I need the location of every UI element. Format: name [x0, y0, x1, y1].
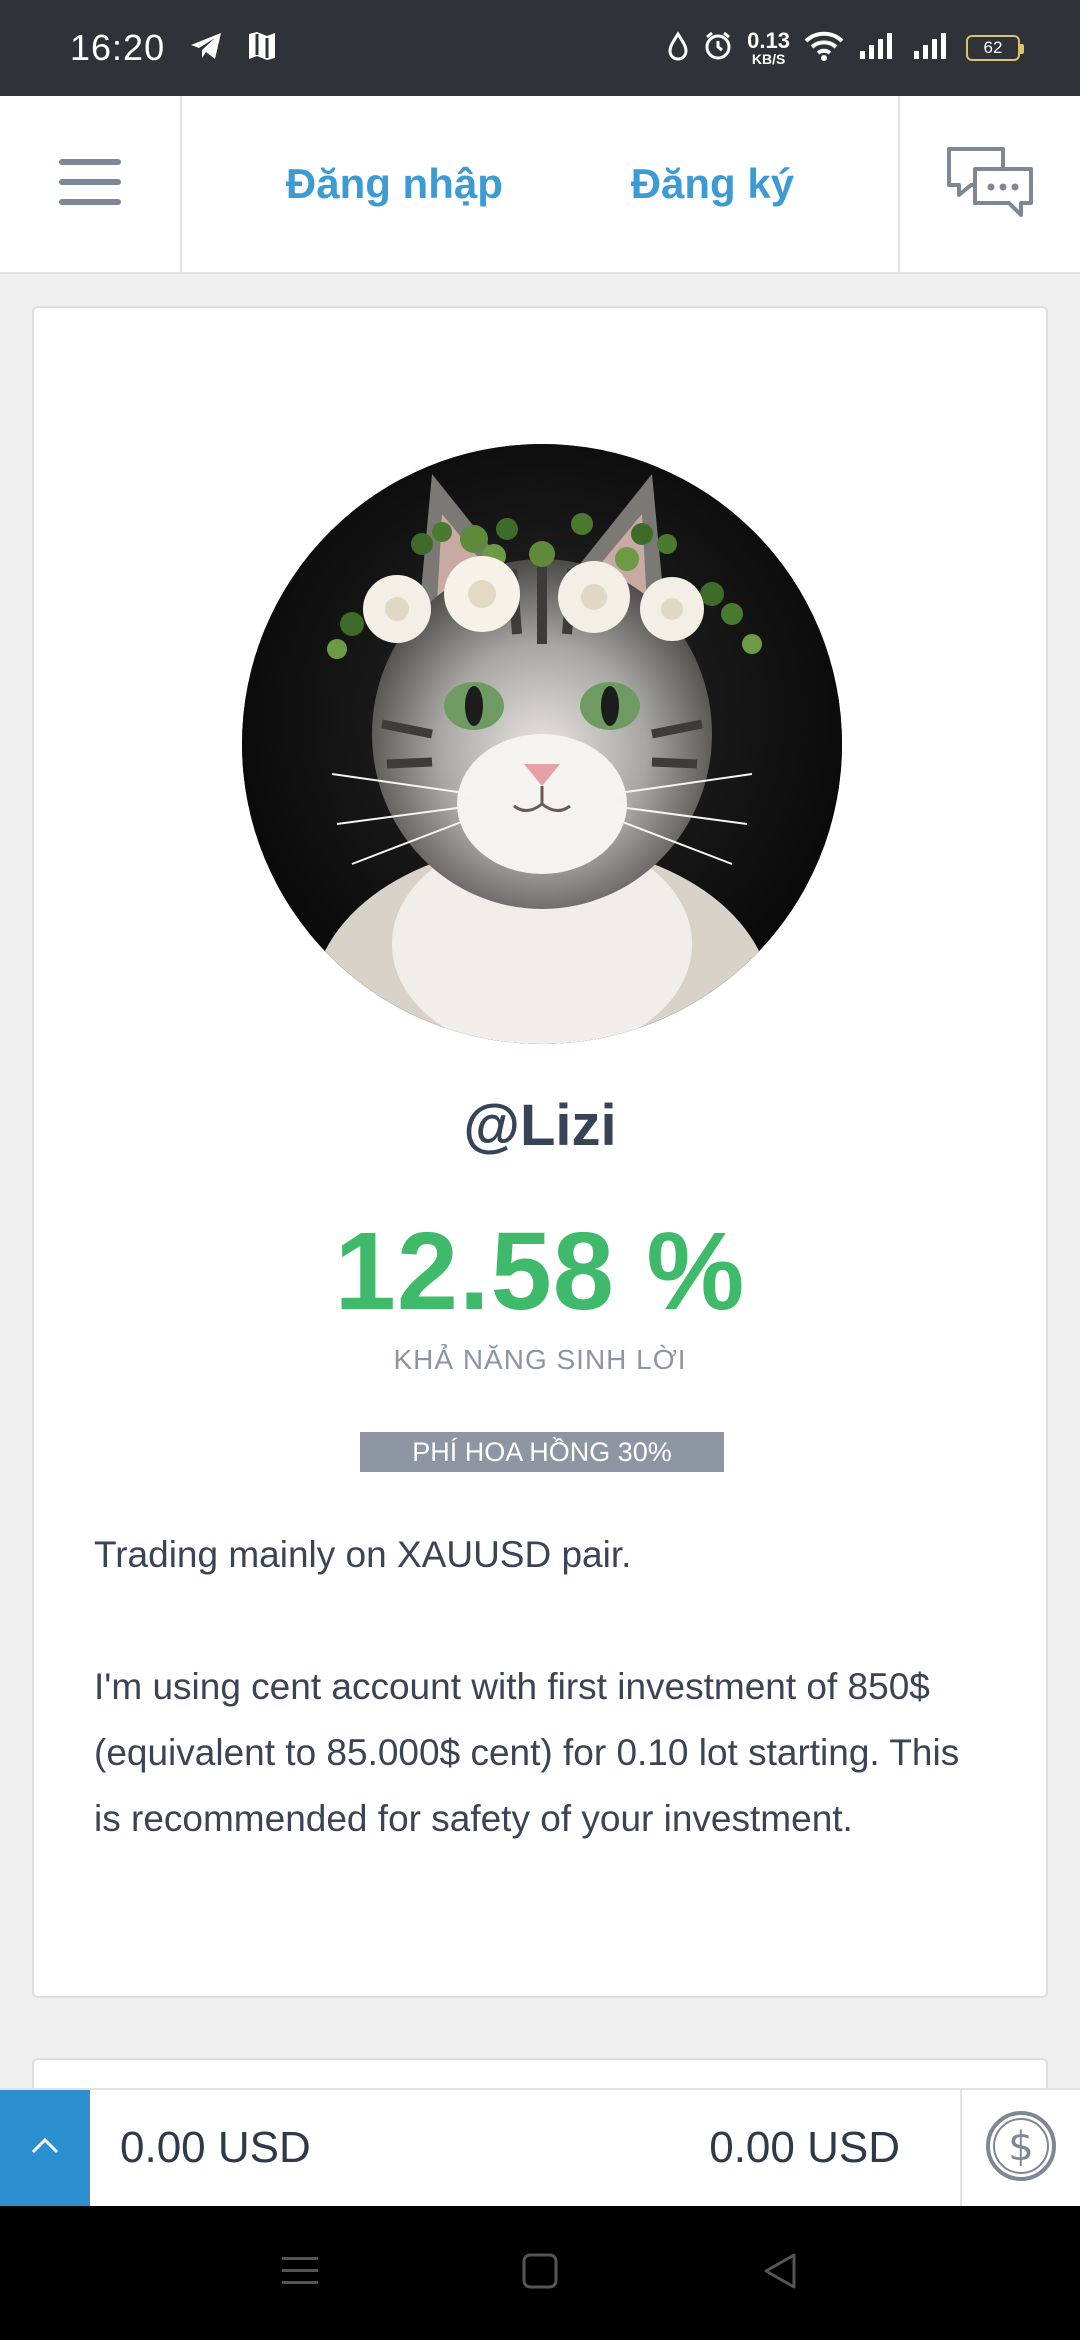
- svg-text:$: $: [1008, 2124, 1033, 2170]
- trader-profile-card: @Lizi 12.58 % KHẢ NĂNG SINH LỜI PHÍ HOA …: [32, 306, 1048, 1998]
- header-links: Đăng nhập Đăng ký: [182, 96, 898, 272]
- balances: 0.00 USD 0.00 USD: [90, 2090, 960, 2206]
- back-icon[interactable]: [760, 2251, 800, 2296]
- network-speed-value: 0.13: [747, 28, 790, 53]
- login-link[interactable]: Đăng nhập: [286, 160, 503, 208]
- chat-bubbles-icon: [945, 145, 1035, 224]
- alarm-icon: [703, 31, 733, 66]
- status-left: 16:20: [70, 27, 277, 69]
- profit-value: 12.58 %: [334, 1210, 746, 1333]
- balance-bar: 0.00 USD 0.00 USD $: [0, 2088, 1080, 2206]
- signal-icon: [912, 31, 952, 66]
- menu-button[interactable]: [0, 96, 182, 272]
- balance-right: 0.00 USD: [709, 2123, 900, 2172]
- trader-username: @Lizi: [463, 1093, 617, 1158]
- network-speed: 0.13 KB/S: [747, 28, 790, 67]
- chat-button[interactable]: [898, 96, 1080, 272]
- scroll-to-top-button[interactable]: [0, 2090, 90, 2206]
- app-header: Đăng nhập Đăng ký: [0, 96, 1080, 274]
- home-icon[interactable]: [520, 2251, 560, 2296]
- system-navigation-bar: [0, 2206, 1080, 2340]
- telegram-icon: [189, 31, 223, 66]
- commission-fee-badge: PHÍ HOA HỒNG 30%: [360, 1432, 724, 1472]
- battery-indicator: 62: [966, 35, 1024, 61]
- cat-avatar-image: [242, 444, 842, 1044]
- network-speed-unit: KB/S: [751, 51, 786, 67]
- chevron-up-icon: [30, 2137, 60, 2160]
- wifi-icon: [804, 31, 844, 66]
- map-icon: [247, 30, 277, 67]
- status-bar: 16:20 0.13 KB/S 62: [0, 0, 1080, 96]
- signal-icon: [858, 31, 898, 66]
- hamburger-menu-icon: [59, 157, 121, 212]
- avatar: [242, 444, 842, 1044]
- description-paragraph: Trading mainly on XAUUSD pair.: [94, 1534, 632, 1575]
- wallet-button[interactable]: $: [960, 2090, 1080, 2206]
- balance-left: 0.00 USD: [120, 2123, 311, 2172]
- status-time: 16:20: [70, 27, 166, 68]
- recent-apps-icon[interactable]: [280, 2253, 320, 2294]
- register-link[interactable]: Đăng ký: [631, 160, 794, 208]
- profit-label: KHẢ NĂNG SINH LỜI: [393, 1344, 687, 1375]
- description-paragraph: I'm using cent account with first invest…: [94, 1666, 960, 1839]
- dollar-circle-icon: $: [985, 2110, 1057, 2187]
- data-saver-icon: [667, 30, 689, 66]
- status-right: 0.13 KB/S 62: [667, 28, 1024, 67]
